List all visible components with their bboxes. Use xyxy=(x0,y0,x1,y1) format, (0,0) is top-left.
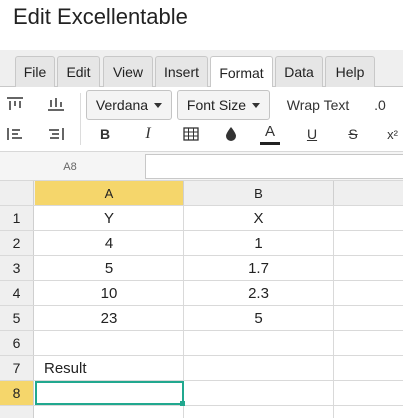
format-toolbar: Verdana Font Size Wrap Text .0 B I A U S… xyxy=(0,87,403,151)
align-top-left-icon[interactable] xyxy=(4,123,26,145)
font-family-dropdown[interactable]: Verdana xyxy=(86,90,172,120)
cell-b4[interactable]: 2.3 xyxy=(184,281,334,305)
title-bar: Edit Excellentable xyxy=(0,0,403,50)
cell-c4[interactable] xyxy=(334,281,403,305)
row-header[interactable]: 5 xyxy=(0,306,34,330)
cell-a6[interactable] xyxy=(35,331,184,355)
column-header-b[interactable]: B xyxy=(184,181,334,205)
cell-b2[interactable]: 1 xyxy=(184,231,334,255)
cell-a7[interactable]: Result xyxy=(35,356,184,380)
column-header-a[interactable]: A xyxy=(35,181,184,205)
tab-data[interactable]: Data xyxy=(275,56,323,87)
cell-b9[interactable] xyxy=(184,406,334,418)
cell-a5[interactable]: 23 xyxy=(35,306,184,330)
align-bottom-right-icon[interactable] xyxy=(45,123,67,145)
font-family-value: Verdana xyxy=(95,97,149,113)
tab-help[interactable]: Help xyxy=(325,56,375,87)
cell-c2[interactable] xyxy=(334,231,403,255)
borders-icon[interactable] xyxy=(180,123,202,145)
column-header-c[interactable] xyxy=(334,181,403,205)
cell-a9[interactable] xyxy=(35,406,184,418)
row-header[interactable]: 3 xyxy=(0,256,34,280)
tab-edit[interactable]: Edit xyxy=(57,56,100,87)
cell-reference[interactable]: A8 xyxy=(0,152,140,181)
spreadsheet-grid: A B 1 Y X 2 4 1 3 5 1.7 4 10 2.3 5 23 5 … xyxy=(0,181,403,418)
chevron-down-icon xyxy=(252,103,261,108)
row-header[interactable]: 8 xyxy=(0,381,34,405)
tab-file[interactable]: File xyxy=(15,56,55,87)
tab-insert[interactable]: Insert xyxy=(155,56,208,87)
cell-c8[interactable] xyxy=(334,381,403,405)
table-row: 6 xyxy=(0,331,403,356)
cell-a2[interactable]: 4 xyxy=(35,231,184,255)
row-header[interactable]: 7 xyxy=(0,356,34,380)
cell-b5[interactable]: 5 xyxy=(184,306,334,330)
italic-button[interactable]: I xyxy=(138,123,158,145)
align-top-icon[interactable] xyxy=(4,93,26,115)
cell-a1[interactable]: Y xyxy=(35,206,184,230)
align-bottom-icon[interactable] xyxy=(45,93,67,115)
table-row: 7 Result xyxy=(0,356,403,381)
superscript-button[interactable]: x² xyxy=(382,123,403,145)
decimal-button[interactable]: .0 xyxy=(368,91,392,119)
table-row: 5 23 5 xyxy=(0,306,403,331)
underline-button[interactable]: U xyxy=(302,123,322,145)
table-row: 8 xyxy=(0,381,403,406)
table-row: 2 4 1 xyxy=(0,231,403,256)
cell-a8-selected[interactable] xyxy=(35,381,184,405)
table-row: 3 5 1.7 xyxy=(0,256,403,281)
row-header[interactable]: 6 xyxy=(0,331,34,355)
row-header[interactable]: 4 xyxy=(0,281,34,305)
cell-c3[interactable] xyxy=(334,256,403,280)
cell-a3[interactable]: 5 xyxy=(35,256,184,280)
strikethrough-button[interactable]: S xyxy=(343,123,363,145)
row-header[interactable]: 1 xyxy=(0,206,34,230)
formula-bar: A8 xyxy=(0,151,403,181)
cell-b3[interactable]: 1.7 xyxy=(184,256,334,280)
window-title: Edit Excellentable xyxy=(13,4,188,29)
cell-b8[interactable] xyxy=(184,381,334,405)
column-header-row: A B xyxy=(0,181,403,206)
formula-input[interactable] xyxy=(145,154,403,179)
cell-a4[interactable]: 10 xyxy=(35,281,184,305)
tab-format[interactable]: Format xyxy=(210,56,273,88)
table-row xyxy=(0,406,403,418)
font-size-dropdown[interactable]: Font Size xyxy=(177,90,270,120)
select-all-corner[interactable] xyxy=(0,181,34,205)
table-row: 1 Y X xyxy=(0,206,403,231)
row-header[interactable] xyxy=(0,406,34,418)
wrap-text-button[interactable]: Wrap Text xyxy=(282,91,354,119)
font-size-label: Font Size xyxy=(186,97,247,113)
tab-view[interactable]: View xyxy=(103,56,153,87)
chevron-down-icon xyxy=(154,103,163,108)
cell-c5[interactable] xyxy=(334,306,403,330)
row-header[interactable]: 2 xyxy=(0,231,34,255)
table-row: 4 10 2.3 xyxy=(0,281,403,306)
cell-b6[interactable] xyxy=(184,331,334,355)
cell-c7[interactable] xyxy=(334,356,403,380)
cell-c1[interactable] xyxy=(334,206,403,230)
bold-button[interactable]: B xyxy=(95,123,115,145)
fill-handle[interactable] xyxy=(180,401,185,406)
font-color-button[interactable]: A xyxy=(258,121,282,147)
cell-b7[interactable] xyxy=(184,356,334,380)
toolbar-divider xyxy=(80,93,81,145)
menu-tabs: File Edit View Insert Format Data Help xyxy=(0,50,403,88)
cell-b1[interactable]: X xyxy=(184,206,334,230)
font-color-swatch xyxy=(260,141,280,145)
fill-color-icon[interactable] xyxy=(220,123,242,145)
cell-c6[interactable] xyxy=(334,331,403,355)
font-color-label: A xyxy=(264,122,275,140)
